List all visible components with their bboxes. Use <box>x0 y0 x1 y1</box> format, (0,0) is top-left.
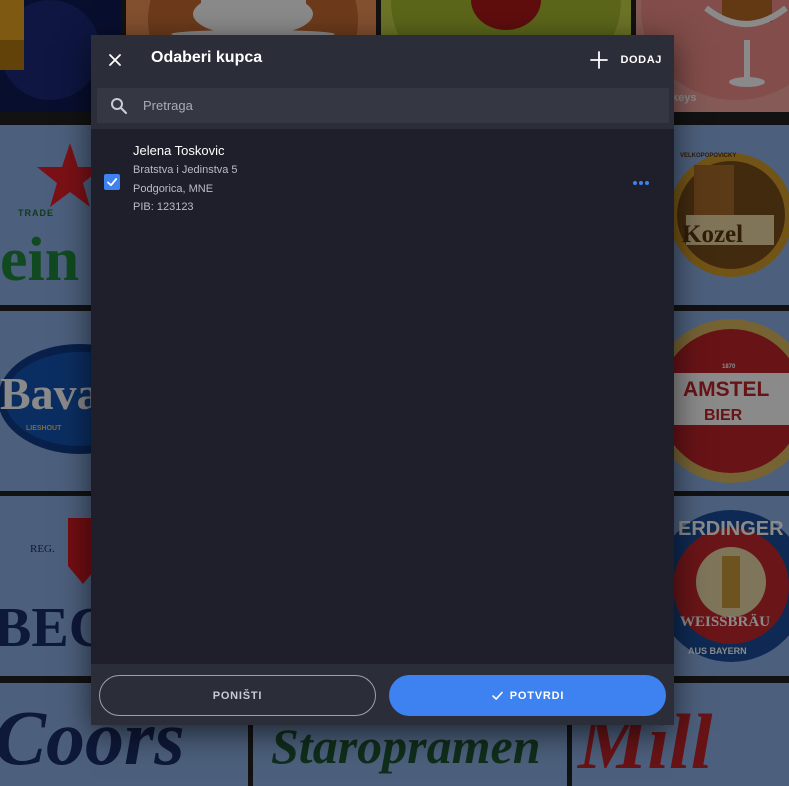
select-customer-dialog: Odaberi kupca DODAJ Jelena Toskovic Br <box>91 35 674 725</box>
confirm-button-label: POTVRDI <box>509 689 565 702</box>
search-box[interactable] <box>97 88 669 123</box>
more-dot-icon <box>633 181 637 185</box>
dialog-title: Odaberi kupca <box>151 49 263 66</box>
close-icon <box>109 54 121 66</box>
more-dot-icon <box>639 181 643 185</box>
search-bar <box>91 85 674 129</box>
customer-name: Jelena Toskovic <box>133 143 225 158</box>
search-input[interactable] <box>143 98 643 113</box>
add-customer-label: DODAJ <box>620 54 662 66</box>
customer-list: Jelena Toskovic Bratstva i Jedinstva 5 P… <box>91 129 674 664</box>
more-options-button[interactable] <box>633 179 651 187</box>
dialog-footer: PONIŠTI POTVRDI <box>91 664 674 725</box>
add-customer-button[interactable]: DODAJ <box>588 47 662 73</box>
dialog-header: Odaberi kupca DODAJ <box>91 35 674 85</box>
more-dot-icon <box>645 181 649 185</box>
customer-address: Bratstva i Jedinstva 5 <box>133 164 238 176</box>
confirm-button[interactable]: POTVRDI <box>389 675 666 716</box>
cancel-button-label: PONIŠTI <box>212 689 263 702</box>
customer-pib: PIB: 123123 <box>133 201 194 213</box>
plus-icon <box>590 51 609 69</box>
search-icon <box>111 97 128 114</box>
checkmark-icon <box>107 178 118 187</box>
close-button[interactable] <box>103 48 127 72</box>
cancel-button[interactable]: PONIŠTI <box>99 675 376 716</box>
customer-select-checkbox[interactable] <box>104 174 120 190</box>
customer-city: Podgorica, MNE <box>133 183 214 195</box>
customer-list-item[interactable]: Jelena Toskovic Bratstva i Jedinstva 5 P… <box>91 139 674 215</box>
check-icon <box>491 691 503 700</box>
